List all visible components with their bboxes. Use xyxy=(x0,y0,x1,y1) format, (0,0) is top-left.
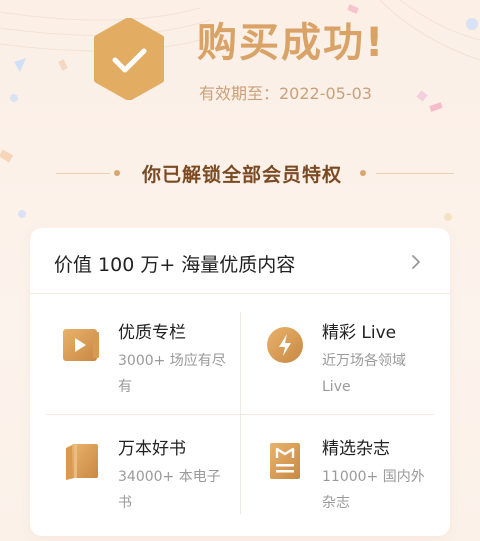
feature-description: 11000+ 国内外杂志 xyxy=(322,469,425,511)
privilege-card: 价值 100 万+ 海量优质内容 优质专栏 3000+ 场应有尽有 精彩 Liv… xyxy=(30,228,450,536)
content-value-row[interactable]: 价值 100 万+ 海量优质内容 xyxy=(30,228,450,294)
divider-line-left xyxy=(56,173,110,174)
chevron-right-icon xyxy=(412,255,420,269)
feature-title: 精选杂志 xyxy=(322,439,390,459)
magazine-icon xyxy=(270,443,300,479)
unlock-text: 你已解锁全部会员特权 xyxy=(141,164,342,186)
feature-description: 3000+ 场应有尽有 xyxy=(118,353,226,395)
divider-dot-left xyxy=(114,170,120,176)
feature-title: 优质专栏 xyxy=(118,323,186,343)
content-value-text: 价值 100 万+ 海量优质内容 xyxy=(54,254,296,276)
success-check-icon xyxy=(94,18,164,100)
feature-description: 近万场各领域 Live xyxy=(322,353,406,395)
divider-dot-right xyxy=(360,170,366,176)
feature-live[interactable]: 精彩 Live 近万场各领域 Live xyxy=(264,318,454,418)
unlock-banner: 你已解锁全部会员特权 xyxy=(0,160,480,190)
divider-line-right xyxy=(376,173,454,174)
book-icon xyxy=(66,444,98,480)
feature-books[interactable]: 万本好书 34000+ 本电子书 xyxy=(60,434,250,534)
feature-columns[interactable]: 优质专栏 3000+ 场应有尽有 xyxy=(60,318,250,418)
page-title: 购买成功! xyxy=(197,20,386,66)
feature-title: 精彩 Live xyxy=(322,323,397,343)
feature-title: 万本好书 xyxy=(118,439,186,459)
feature-description: 34000+ 本电子书 xyxy=(118,469,221,511)
feature-magazines[interactable]: 精选杂志 11000+ 国内外杂志 xyxy=(264,434,454,534)
validity-date: 有效期至：2022-05-03 xyxy=(199,84,372,103)
lightning-live-icon xyxy=(267,327,303,363)
play-column-icon xyxy=(63,329,99,361)
